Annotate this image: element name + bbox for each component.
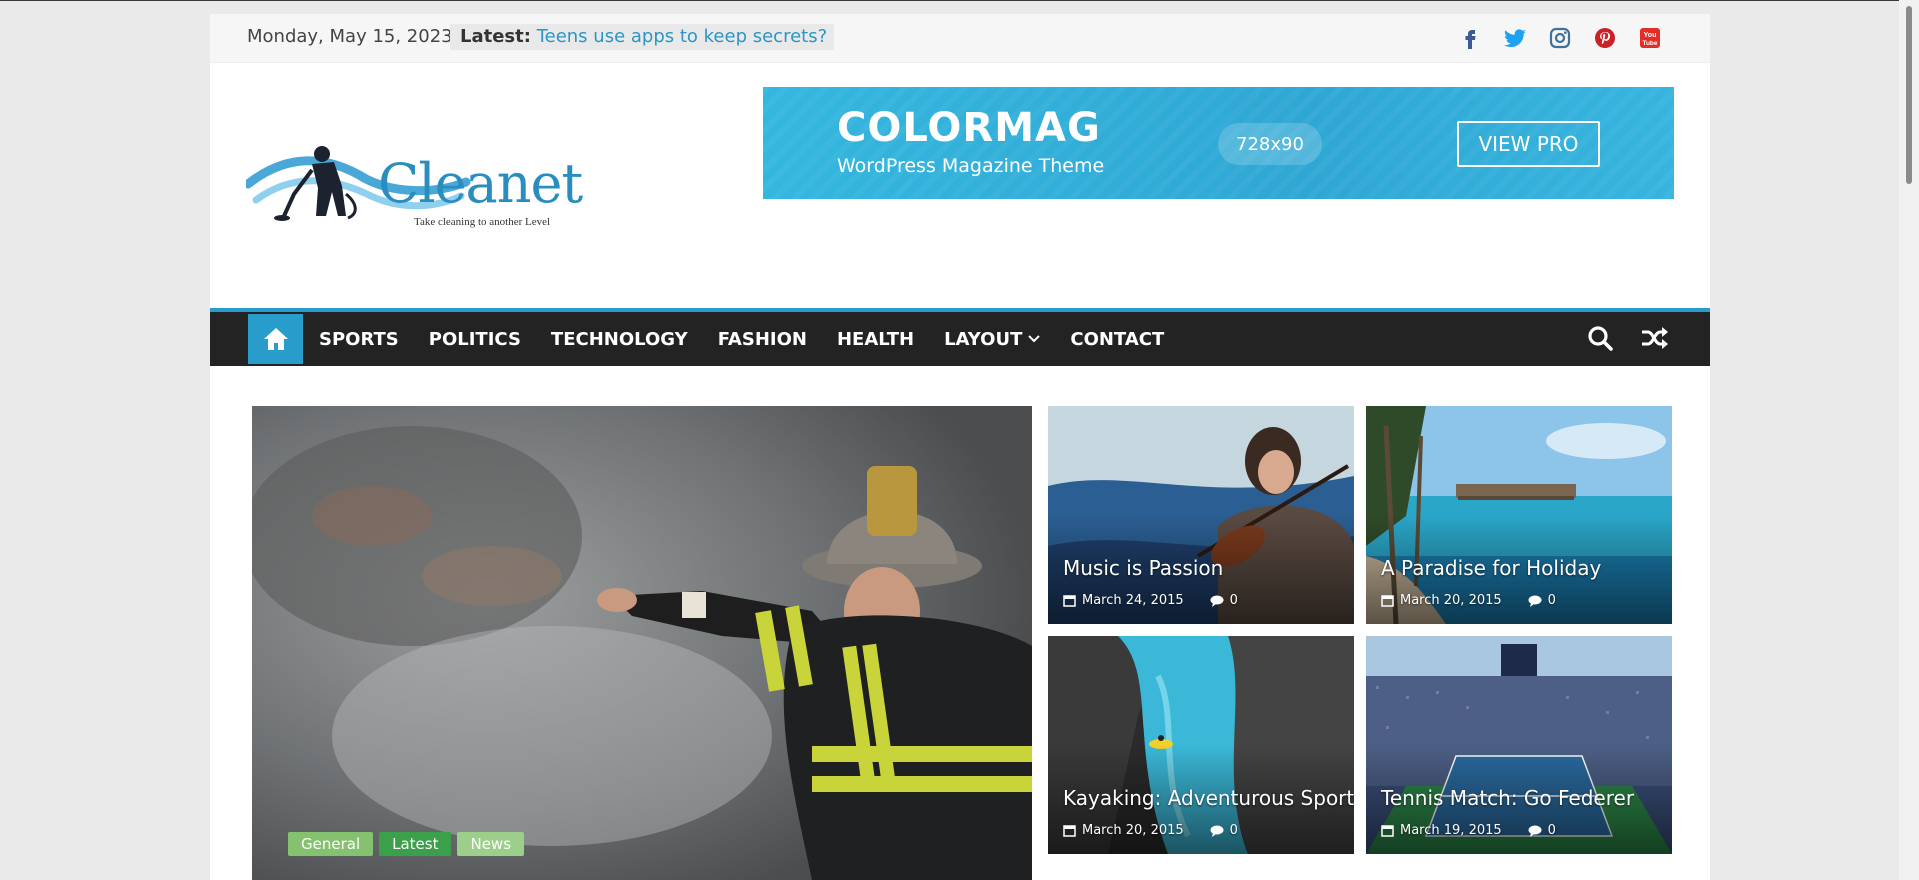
tile-date[interactable]: March 24, 2015 bbox=[1082, 593, 1184, 608]
search-icon bbox=[1588, 326, 1613, 351]
page-container: Monday, May 15, 2023 Latest: Teens use a… bbox=[210, 14, 1710, 880]
tile-comment-count[interactable]: 0 bbox=[1548, 593, 1556, 608]
banner-title: COLORMAG bbox=[837, 105, 1101, 151]
tile-title[interactable]: Music is Passion bbox=[1063, 556, 1223, 580]
post-categories: General Latest News bbox=[288, 832, 525, 856]
nav-item-technology[interactable]: TECHNOLOGY bbox=[536, 329, 703, 350]
category-latest[interactable]: Latest bbox=[379, 832, 452, 856]
nav-item-health[interactable]: HEALTH bbox=[822, 329, 929, 350]
post-tile-kayaking[interactable]: Kayaking: Adventurous Sport March 20, 20… bbox=[1048, 636, 1354, 854]
browser-top-border bbox=[0, 0, 1919, 1]
calendar-icon bbox=[1381, 825, 1394, 837]
nav-item-label: TECHNOLOGY bbox=[550, 328, 688, 350]
banner-subtitle: WordPress Magazine Theme bbox=[837, 155, 1105, 177]
home-icon bbox=[263, 328, 288, 350]
search-button[interactable] bbox=[1586, 324, 1614, 356]
nav-item-contact[interactable]: CONTACT bbox=[1055, 329, 1179, 350]
tile-comment-count[interactable]: 0 bbox=[1230, 823, 1238, 838]
tile-meta: March 20, 2015 0 bbox=[1381, 593, 1556, 608]
top-bar: Monday, May 15, 2023 Latest: Teens use a… bbox=[210, 14, 1710, 63]
featured-post-image[interactable]: General Latest News bbox=[252, 406, 1032, 880]
tile-date[interactable]: March 20, 2015 bbox=[1400, 593, 1502, 608]
category-general[interactable]: General bbox=[288, 832, 374, 856]
calendar-icon bbox=[1063, 825, 1076, 837]
colormag-banner-ad[interactable]: COLORMAG WordPress Magazine Theme 728x90… bbox=[763, 87, 1674, 199]
nav-item-label: HEALTH bbox=[836, 328, 915, 350]
latest-news-ticker: Latest: Teens use apps to keep secrets? bbox=[450, 24, 834, 50]
tile-date[interactable]: March 20, 2015 bbox=[1082, 823, 1184, 838]
svg-text:Tube: Tube bbox=[1642, 40, 1657, 47]
category-news[interactable]: News bbox=[457, 832, 525, 856]
nav-menu: SPORTS POLITICS TECHNOLOGY FASHION HEALT… bbox=[304, 312, 1179, 366]
calendar-icon bbox=[1381, 595, 1394, 607]
nav-item-label: SPORTS bbox=[319, 328, 399, 350]
pinterest-icon[interactable] bbox=[1582, 24, 1627, 52]
nav-item-politics[interactable]: POLITICS bbox=[414, 329, 536, 350]
youtube-icon[interactable]: You Tube bbox=[1627, 24, 1672, 52]
tile-comment-count[interactable]: 0 bbox=[1230, 593, 1238, 608]
nav-item-sports[interactable]: SPORTS bbox=[304, 329, 414, 350]
scrollbar-thumb[interactable] bbox=[1906, 6, 1912, 184]
tile-meta: March 19, 2015 0 bbox=[1381, 823, 1556, 838]
logo-tagline: Take cleaning to another Level bbox=[414, 216, 551, 228]
twitter-icon[interactable] bbox=[1492, 24, 1537, 52]
firefighter-photo bbox=[252, 406, 1032, 880]
page-scrollbar[interactable] bbox=[1899, 0, 1919, 880]
facebook-icon[interactable] bbox=[1447, 24, 1492, 52]
nav-item-label: LAYOUT bbox=[944, 328, 1023, 350]
site-logo[interactable]: Cleanet Take cleaning to another Level bbox=[246, 134, 583, 244]
nav-item-fashion[interactable]: FASHION bbox=[703, 329, 822, 350]
svg-text:You: You bbox=[1643, 32, 1656, 39]
random-post-button[interactable] bbox=[1640, 324, 1670, 356]
chevron-down-icon bbox=[1028, 335, 1041, 343]
tile-title[interactable]: A Paradise for Holiday bbox=[1381, 556, 1601, 580]
post-tile-paradise[interactable]: A Paradise for Holiday March 20, 2015 0 bbox=[1366, 406, 1672, 624]
instagram-icon[interactable] bbox=[1537, 24, 1582, 52]
comment-icon bbox=[1210, 825, 1224, 837]
tile-comment-count[interactable]: 0 bbox=[1548, 823, 1556, 838]
comment-icon bbox=[1528, 825, 1542, 837]
tile-meta: March 20, 2015 0 bbox=[1063, 823, 1238, 838]
nav-item-layout[interactable]: LAYOUT bbox=[929, 329, 1055, 350]
social-links: You Tube bbox=[1447, 24, 1672, 52]
current-date: Monday, May 15, 2023 bbox=[247, 26, 453, 47]
latest-label: Latest: bbox=[460, 26, 531, 47]
post-tile-music[interactable]: Music is Passion March 24, 2015 0 bbox=[1048, 406, 1354, 624]
comment-icon bbox=[1210, 595, 1224, 607]
home-button[interactable] bbox=[248, 314, 303, 364]
nav-item-label: CONTACT bbox=[1070, 328, 1165, 350]
tile-meta: March 24, 2015 0 bbox=[1063, 593, 1238, 608]
tile-date[interactable]: March 19, 2015 bbox=[1400, 823, 1502, 838]
view-pro-button[interactable]: VIEW PRO bbox=[1457, 121, 1600, 167]
nav-item-label: FASHION bbox=[717, 328, 807, 350]
main-navigation: SPORTS POLITICS TECHNOLOGY FASHION HEALT… bbox=[210, 308, 1710, 366]
nav-item-label: POLITICS bbox=[428, 328, 521, 350]
logo-text: Cleanet bbox=[378, 152, 583, 215]
comment-icon bbox=[1528, 595, 1542, 607]
post-tile-tennis[interactable]: Tennis Match: Go Federer March 19, 2015 … bbox=[1366, 636, 1672, 854]
shuffle-icon bbox=[1642, 327, 1668, 349]
banner-size-badge: 728x90 bbox=[1218, 123, 1322, 165]
nav-tools bbox=[1586, 324, 1670, 356]
calendar-icon bbox=[1063, 595, 1076, 607]
tile-title[interactable]: Tennis Match: Go Federer bbox=[1381, 786, 1634, 810]
tile-title[interactable]: Kayaking: Adventurous Sport bbox=[1063, 786, 1354, 810]
latest-news-link[interactable]: Teens use apps to keep secrets? bbox=[537, 26, 827, 47]
